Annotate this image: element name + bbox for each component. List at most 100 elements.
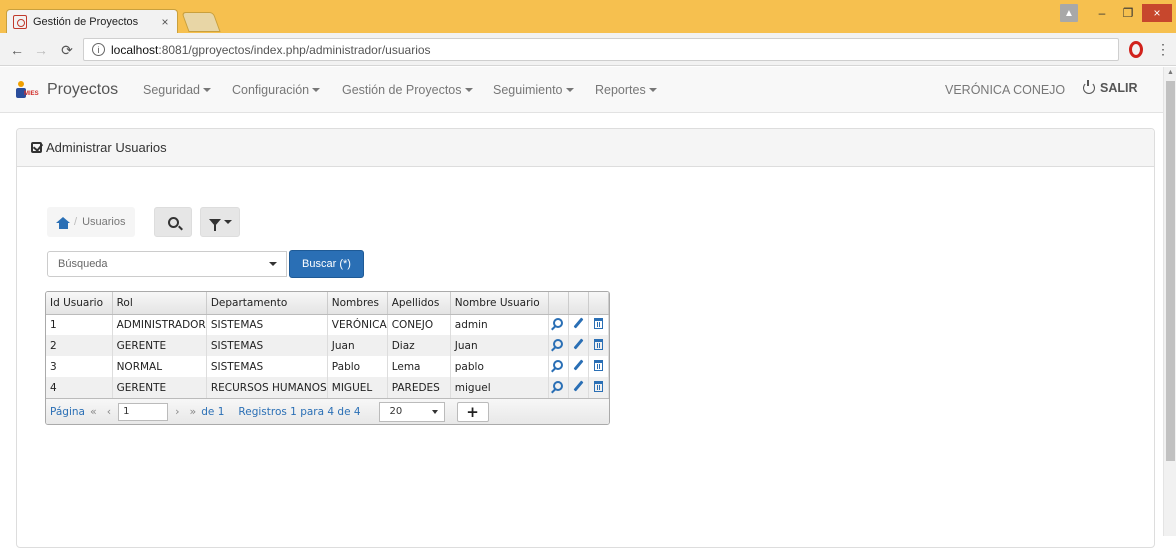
panel-title: Administrar Usuarios (46, 140, 167, 155)
view-action[interactable] (548, 356, 569, 377)
info-icon[interactable]: i (92, 43, 105, 56)
column-header-action (568, 292, 589, 315)
trash-icon[interactable] (593, 359, 603, 371)
column-header[interactable]: Apellidos (387, 292, 451, 315)
cell-rol: GERENTE (112, 335, 207, 356)
cell-id: 2 (46, 335, 113, 356)
view-search-icon[interactable] (553, 360, 564, 370)
menu-seguimiento[interactable]: Seguimiento (493, 83, 574, 97)
tab-close-icon[interactable]: × (157, 15, 173, 29)
reload-icon[interactable]: ⟳ (58, 41, 76, 59)
forward-arrow-icon[interactable]: → (32, 41, 50, 59)
view-search-icon[interactable] (553, 339, 564, 349)
table-row[interactable]: 2 GERENTE SISTEMAS Juan Diaz Juan (46, 335, 609, 356)
cell-rol: ADMINISTRADOR (112, 314, 207, 335)
brand[interactable]: MIES Proyectos (16, 79, 118, 101)
home-icon[interactable] (56, 216, 70, 229)
prev-page-button[interactable]: ‹ (107, 405, 111, 418)
caret-down-icon (223, 220, 232, 224)
table-row[interactable]: 4 GERENTE RECURSOS HUMANOS MIGUEL PAREDE… (46, 377, 609, 398)
brand-name: Proyectos (47, 81, 119, 98)
cell-id: 3 (46, 356, 113, 377)
table-row[interactable]: 1 ADMINISTRADOR SISTEMAS VERÓNICA CONEJO… (46, 314, 609, 335)
page-number-input[interactable] (118, 402, 169, 421)
cell-departamento: SISTEMAS (206, 314, 328, 335)
browser-titlebar: Gestión de Proyectos × ▲ – ❐ × (0, 0, 1176, 33)
browser-tab[interactable]: Gestión de Proyectos × (6, 9, 178, 33)
logout-label: SALIR (1100, 81, 1138, 95)
first-page-button[interactable]: « (90, 405, 97, 418)
url-host: localhost (111, 42, 159, 57)
scroll-up-icon[interactable]: ▲ (1167, 69, 1174, 76)
search-toggle-button[interactable] (154, 207, 192, 237)
table-row[interactable]: 3 NORMAL SISTEMAS Pablo Lema pablo (46, 356, 609, 377)
page-scrollbar[interactable]: ▲ (1163, 67, 1176, 536)
delete-action[interactable] (588, 377, 609, 398)
menu-gestion-proyectos[interactable]: Gestión de Proyectos (342, 83, 473, 97)
menu-label: Configuración (232, 83, 310, 97)
cell-nombres: Juan (327, 335, 388, 356)
buscar-button[interactable]: Buscar (*) (289, 250, 364, 278)
view-action[interactable] (548, 377, 569, 398)
column-header[interactable]: Rol (112, 292, 207, 315)
cell-usuario: miguel (450, 377, 549, 398)
rows-per-page-select[interactable]: 20 (378, 401, 445, 422)
next-page-button[interactable]: › (175, 405, 179, 418)
cell-departamento: RECURSOS HUMANOS (206, 377, 328, 398)
back-arrow-icon[interactable]: ← (8, 41, 26, 59)
cell-apellidos: Lema (387, 356, 451, 377)
filter-button[interactable] (200, 207, 240, 237)
trash-icon[interactable] (593, 317, 603, 329)
cell-departamento: SISTEMAS (206, 335, 328, 356)
column-header[interactable]: Departamento (206, 292, 328, 315)
edit-action[interactable] (568, 377, 589, 398)
delete-action[interactable] (588, 314, 609, 335)
menu-reportes[interactable]: Reportes (595, 83, 657, 97)
view-action[interactable] (548, 335, 569, 356)
menu-configuracion[interactable]: Configuración (232, 83, 321, 97)
scroll-thumb[interactable] (1166, 81, 1175, 461)
current-user[interactable]: VERÓNICA CONEJO (945, 83, 1065, 97)
new-tab-button[interactable] (181, 12, 221, 32)
edit-action[interactable] (568, 356, 589, 377)
caret-down-icon (269, 262, 277, 266)
add-user-button[interactable]: + (456, 401, 489, 422)
breadcrumb-current: Usuarios (82, 216, 126, 228)
rows-per-page-value: 20 (389, 406, 403, 417)
column-header[interactable]: Nombres (327, 292, 388, 315)
trash-icon[interactable] (593, 338, 603, 350)
menu-seguridad[interactable]: Seguridad (143, 83, 211, 97)
search-input[interactable] (47, 251, 287, 277)
search-dropdown-button[interactable] (261, 252, 285, 276)
delete-action[interactable] (588, 335, 609, 356)
view-search-icon[interactable] (553, 381, 564, 391)
view-action[interactable] (548, 314, 569, 335)
pencil-icon[interactable] (573, 338, 584, 350)
logout-button[interactable]: SALIR (1083, 80, 1138, 95)
caret-down-icon (648, 88, 657, 92)
trash-icon[interactable] (593, 380, 603, 392)
user-profile-icon[interactable]: ▲ (1060, 4, 1078, 22)
column-header[interactable]: Nombre Usuario (450, 292, 549, 315)
last-page-button[interactable]: » (190, 405, 197, 418)
grid-pager: Página « ‹ › » de 1 Registros 1 para 4 d… (46, 398, 609, 424)
browser-menu-icon[interactable]: ⋮ (1156, 41, 1170, 58)
breadcrumb-separator: / (74, 216, 78, 228)
pencil-icon[interactable] (573, 359, 584, 371)
close-window-button[interactable]: × (1142, 4, 1172, 22)
opera-extension-icon[interactable] (1129, 41, 1143, 58)
panel-heading: Administrar Usuarios (17, 129, 1154, 167)
maximize-button[interactable]: ❐ (1116, 4, 1140, 22)
view-search-icon[interactable] (553, 318, 564, 329)
pencil-icon[interactable] (573, 380, 584, 392)
delete-action[interactable] (588, 356, 609, 377)
edit-action[interactable] (568, 335, 589, 356)
address-bar[interactable]: i localhost :8081/gproyectos/index.php/a… (83, 38, 1119, 61)
column-header[interactable]: Id Usuario (46, 292, 113, 315)
edit-action[interactable] (568, 314, 589, 335)
pencil-icon[interactable] (573, 317, 584, 329)
tab-title: Gestión de Proyectos (33, 15, 139, 28)
minimize-button[interactable]: – (1090, 4, 1114, 22)
users-panel: Administrar Usuarios / Usuarios Buscar (… (16, 128, 1155, 548)
column-header-action (588, 292, 609, 315)
